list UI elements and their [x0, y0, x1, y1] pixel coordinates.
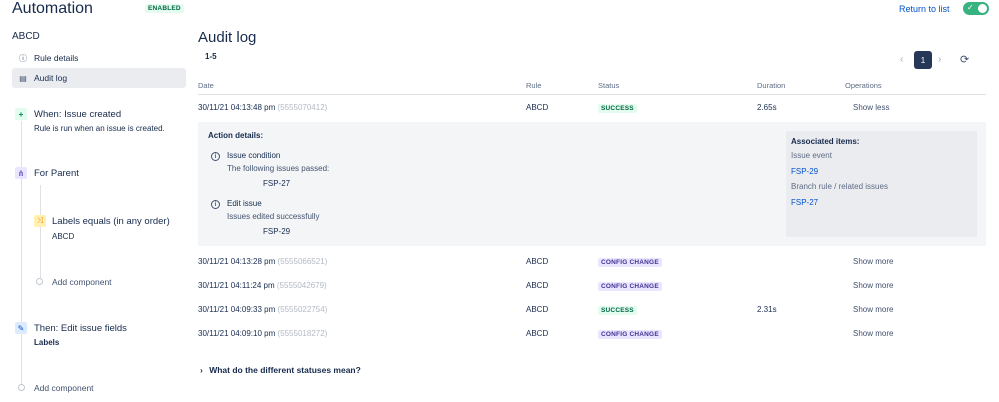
condition-icon: ⤨ [34, 215, 46, 227]
row-id: (5555022754) [277, 305, 328, 314]
condition-title[interactable]: Labels equals (in any order) [52, 216, 170, 227]
return-to-list-link[interactable]: Return to list [899, 4, 950, 14]
row-date: 30/11/21 04:13:28 pm [198, 257, 276, 266]
rule-name: ABCD [12, 31, 40, 42]
divider [198, 94, 986, 95]
status-badge: SUCCESS [598, 104, 637, 113]
sidebar-item-label: Rule details [34, 53, 79, 63]
issue-link[interactable]: FSP-27 [791, 198, 818, 207]
column-header-status: Status [598, 81, 620, 90]
row-rule: ABCD [526, 103, 549, 112]
trigger-title[interactable]: When: Issue created [34, 109, 121, 120]
row-id: (5555066521) [277, 257, 328, 266]
table-row: 30/11/21 04:13:48 pm (5555070412) [198, 103, 327, 112]
associated-label: Branch rule / related issues [791, 182, 888, 191]
row-id: (5555042679) [276, 281, 327, 290]
row-duration: 2.31s [757, 305, 777, 314]
action-issue: FSP-29 [263, 227, 291, 236]
action-message: Issues edited successfully [227, 212, 320, 221]
branch-connector [40, 185, 41, 280]
table-row: 30/11/21 04:09:10 pm (5555018272) [198, 329, 327, 338]
status-help-expander[interactable]: › What do the different statuses mean? [200, 365, 361, 375]
status-badge: ENABLED [145, 4, 184, 13]
refresh-icon[interactable]: ⟳ [960, 53, 969, 66]
action-title[interactable]: Then: Edit issue fields [34, 323, 127, 334]
add-component-rule[interactable]: Add component [34, 383, 94, 393]
tree-connector [21, 121, 22, 391]
row-rule: ABCD [526, 281, 549, 290]
table-row: 30/11/21 04:09:33 pm (5555022754) [198, 305, 327, 314]
action-name: Issue condition [227, 151, 281, 160]
toggle-knob [978, 4, 987, 13]
condition-value: ABCD [52, 232, 75, 241]
show-more-button[interactable]: Show more [853, 257, 893, 266]
chevron-left-icon[interactable]: ‹ [900, 54, 903, 65]
column-header-operations: Operations [845, 81, 882, 90]
branch-icon: ⋔ [15, 167, 27, 179]
show-more-button[interactable]: Show more [853, 281, 893, 290]
column-header-rule: Rule [526, 81, 542, 90]
info-icon: i [211, 200, 220, 209]
rule-enabled-toggle[interactable]: ✓ [963, 2, 989, 15]
sidebar-item-label: Audit log [34, 73, 68, 83]
show-more-button[interactable]: Show more [853, 329, 893, 338]
row-id: (5555018272) [277, 329, 328, 338]
action-name: Edit issue [227, 199, 262, 208]
info-icon: ⓘ [19, 53, 27, 63]
status-badge: SUCCESS [598, 306, 637, 315]
action-message: The following issues passed: [227, 164, 330, 173]
column-header-duration: Duration [757, 81, 786, 90]
row-date: 30/11/21 04:09:33 pm [198, 305, 276, 314]
trigger-icon: + [15, 108, 27, 120]
associated-label: Issue event [791, 151, 832, 160]
status-badge: CONFIG CHANGE [598, 330, 662, 339]
chevron-right-icon: › [200, 365, 203, 375]
status-help-label: What do the different statuses mean? [209, 365, 361, 375]
add-dot-icon [18, 384, 25, 391]
status-badge: CONFIG CHANGE [598, 258, 662, 267]
row-duration: 2.65s [757, 103, 777, 112]
show-more-button[interactable]: Show more [853, 305, 893, 314]
info-icon: i [211, 152, 220, 161]
add-dot-icon [36, 278, 43, 285]
row-id: (5555070412) [277, 103, 328, 112]
row-rule: ABCD [526, 257, 549, 266]
page-title: Audit log [198, 29, 257, 46]
sidebar-item-audit-log[interactable]: ▤ Audit log [12, 68, 186, 88]
app-title: Automation [12, 0, 93, 17]
column-header-date: Date [198, 81, 214, 90]
action-field: Labels [34, 338, 60, 347]
row-date: 30/11/21 04:09:10 pm [198, 329, 276, 338]
sidebar-item-rule-details[interactable]: ⓘ Rule details [12, 48, 186, 68]
row-date: 30/11/21 04:13:48 pm [198, 103, 276, 112]
check-icon: ✓ [967, 3, 974, 12]
row-rule: ABCD [526, 305, 549, 314]
status-badge: CONFIG CHANGE [598, 282, 662, 291]
branch-title[interactable]: For Parent [34, 168, 79, 179]
action-issue: FSP-27 [263, 179, 291, 188]
document-icon: ▤ [19, 73, 27, 83]
trigger-description: Rule is run when an issue is created. [34, 124, 165, 133]
row-rule: ABCD [526, 329, 549, 338]
row-date: 30/11/21 04:11:24 pm [198, 281, 275, 290]
chevron-right-icon[interactable]: › [938, 54, 941, 65]
table-row: 30/11/21 04:11:24 pm (5555042679) [198, 281, 327, 290]
issue-link[interactable]: FSP-29 [791, 167, 818, 176]
pencil-icon: ✎ [15, 322, 27, 334]
page-button-current[interactable]: 1 [914, 51, 932, 69]
table-row: 30/11/21 04:13:28 pm (5555066521) [198, 257, 327, 266]
add-component-branch[interactable]: Add component [52, 277, 112, 287]
details-title: Action details: [208, 131, 264, 140]
associated-items-title: Associated items: [791, 137, 860, 146]
show-less-button[interactable]: Show less [853, 103, 889, 112]
result-range: 1-5 [205, 52, 217, 61]
